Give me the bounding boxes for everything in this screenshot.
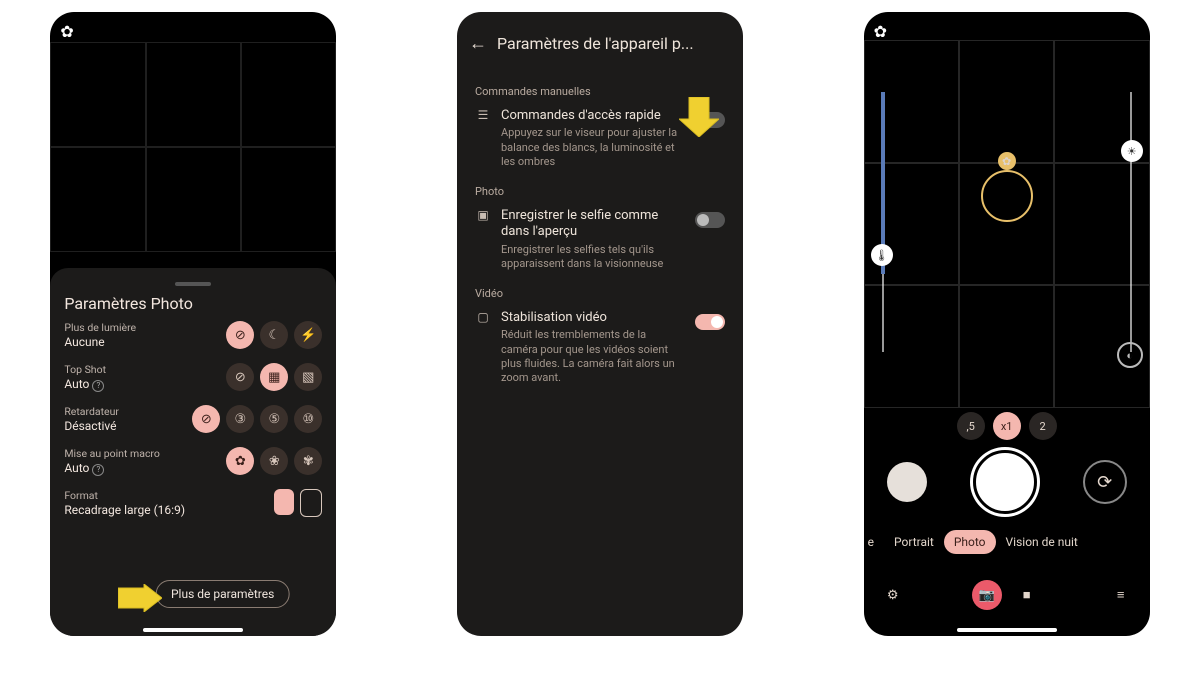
flash-off-icon[interactable]: ⊘ [226, 321, 254, 349]
selfie-desc: Enregistrer les selfies tels qu'ils appa… [501, 243, 685, 272]
gallery-thumbnail[interactable] [887, 462, 927, 502]
screen-photo-settings: ✿ Paramètres Photo Plus de lumière Aucun… [50, 12, 336, 636]
selfie-toggle[interactable] [695, 212, 725, 228]
timer-5s-icon[interactable]: ⑤ [260, 405, 288, 433]
sliders-icon: ☰ [475, 108, 491, 122]
timer-10s-icon[interactable]: ⑩ [294, 405, 322, 433]
macro-auto-icon[interactable]: ✿ [226, 447, 254, 475]
format-value: Recadrage large (16:9) [64, 503, 214, 518]
more-settings-button[interactable]: Plus de paramètres [156, 580, 289, 608]
shadow-icon[interactable]: ◐ [1117, 342, 1143, 368]
macro-icon: ✿ [60, 22, 73, 41]
stabilization-toggle[interactable] [695, 314, 725, 330]
annotation-arrow-icon [118, 584, 162, 612]
mode-night[interactable]: Vision de nuit [996, 530, 1088, 554]
video-mode-icon[interactable]: ■ [1012, 580, 1042, 610]
wb-slider[interactable] [882, 92, 884, 352]
settings-icon[interactable]: ⚙ [878, 580, 908, 610]
row-topshot: Top Shot Auto? ⊘ ▦ ▧ [64, 363, 322, 399]
back-button[interactable]: ← [469, 35, 487, 53]
row-macro: Mise au point macro Auto? ✿ ❀ ✾ [64, 447, 322, 483]
help-icon[interactable]: ? [92, 464, 104, 476]
mode-portrait[interactable]: Portrait [884, 530, 944, 554]
tune-icon[interactable]: ≡ [1106, 580, 1136, 610]
zoom-2x[interactable]: 2 [1029, 412, 1057, 440]
photo-mode-icon[interactable]: 📷 [972, 580, 1002, 610]
topshot-auto-icon[interactable]: ▦ [260, 363, 288, 391]
stab-desc: Réduit les tremblements de la caméra pou… [501, 328, 685, 385]
format-label: Format [64, 489, 214, 502]
ratio-43-icon[interactable] [300, 489, 322, 517]
selfie-title: Enregistrer le selfie comme dans l'aperç… [501, 208, 685, 241]
row-timer: Retardateur Désactivé ⊘ ③ ⑤ ⑩ [64, 405, 322, 441]
flash-on-icon[interactable]: ⚡ [294, 321, 322, 349]
setting-selfie-preview[interactable]: ▣ Enregistrer le selfie comme dans l'ape… [475, 208, 725, 271]
row-light: Plus de lumière Aucune ⊘ ☾ ⚡ [64, 321, 322, 357]
ratio-wide-icon[interactable] [274, 489, 294, 515]
section-photo: Photo [475, 185, 725, 198]
sheet-handle[interactable] [175, 282, 211, 286]
timer-label: Retardateur [64, 405, 174, 418]
viewfinder: ✿ [50, 12, 336, 268]
brightness-slider[interactable] [1130, 92, 1132, 352]
topshot-on-icon[interactable]: ▧ [294, 363, 322, 391]
macro-label: Mise au point macro [64, 447, 174, 460]
macro-icon: ✿ [874, 22, 887, 41]
mode-photo[interactable]: Photo [944, 530, 996, 554]
timer-off-icon[interactable]: ⊘ [192, 405, 220, 433]
brightness-icon[interactable]: ☀ [1121, 140, 1143, 162]
zoom-1x[interactable]: x1 [993, 412, 1021, 440]
sheet-title: Paramètres Photo [64, 294, 322, 313]
quick-title: Commandes d'accès rapide [501, 108, 685, 124]
screen-camera-settings: ← Paramètres de l'appareil p... Commande… [457, 12, 743, 636]
light-value: Aucune [64, 335, 174, 350]
home-indicator[interactable] [957, 628, 1057, 632]
page-title: Paramètres de l'appareil p... [497, 34, 731, 53]
screen-camera-manual: ✿ 🌡 ☀ ◐ ✿ ,5 x1 2 ⟳ e Portrait Photo Vis… [864, 12, 1150, 636]
macro-on-icon[interactable]: ❀ [260, 447, 288, 475]
topshot-value: Auto [64, 377, 89, 391]
zoom-05[interactable]: ,5 [957, 412, 985, 440]
row-format: Format Recadrage large (16:9) [64, 489, 322, 525]
mode-selector[interactable]: e Portrait Photo Vision de nuit [864, 530, 1150, 554]
light-label: Plus de lumière [64, 321, 174, 334]
topshot-label: Top Shot [64, 363, 174, 376]
topshot-off-icon[interactable]: ⊘ [226, 363, 254, 391]
stab-title: Stabilisation vidéo [501, 310, 685, 326]
focus-macro-icon: ✿ [998, 152, 1016, 170]
macro-value: Auto [64, 461, 89, 475]
timer-3s-icon[interactable]: ③ [226, 405, 254, 433]
section-video: Vidéo [475, 287, 725, 300]
help-icon[interactable]: ? [92, 380, 104, 392]
photo-settings-sheet: Paramètres Photo Plus de lumière Aucune … [50, 268, 336, 636]
quick-desc: Appuyez sur le viseur pour ajuster la ba… [501, 126, 685, 169]
home-indicator[interactable] [143, 628, 243, 632]
zoom-selector: ,5 x1 2 [864, 412, 1150, 440]
selfie-icon: ▣ [475, 208, 491, 222]
camera-switch-button[interactable]: ⟳ [1083, 460, 1127, 504]
viewfinder-grid[interactable] [864, 40, 1150, 408]
macro-off-icon[interactable]: ✾ [294, 447, 322, 475]
annotation-arrow-icon [679, 97, 719, 137]
night-icon[interactable]: ☾ [260, 321, 288, 349]
timer-value: Désactivé [64, 419, 174, 434]
setting-video-stabilization[interactable]: ▢ Stabilisation vidéo Réduit les tremble… [475, 310, 725, 385]
focus-ring[interactable] [981, 170, 1033, 222]
stabilization-icon: ▢ [475, 310, 491, 324]
wb-slider-handle[interactable]: 🌡 [871, 244, 893, 266]
shutter-button[interactable] [973, 450, 1037, 514]
mode-prev-cut[interactable]: e [864, 530, 884, 554]
